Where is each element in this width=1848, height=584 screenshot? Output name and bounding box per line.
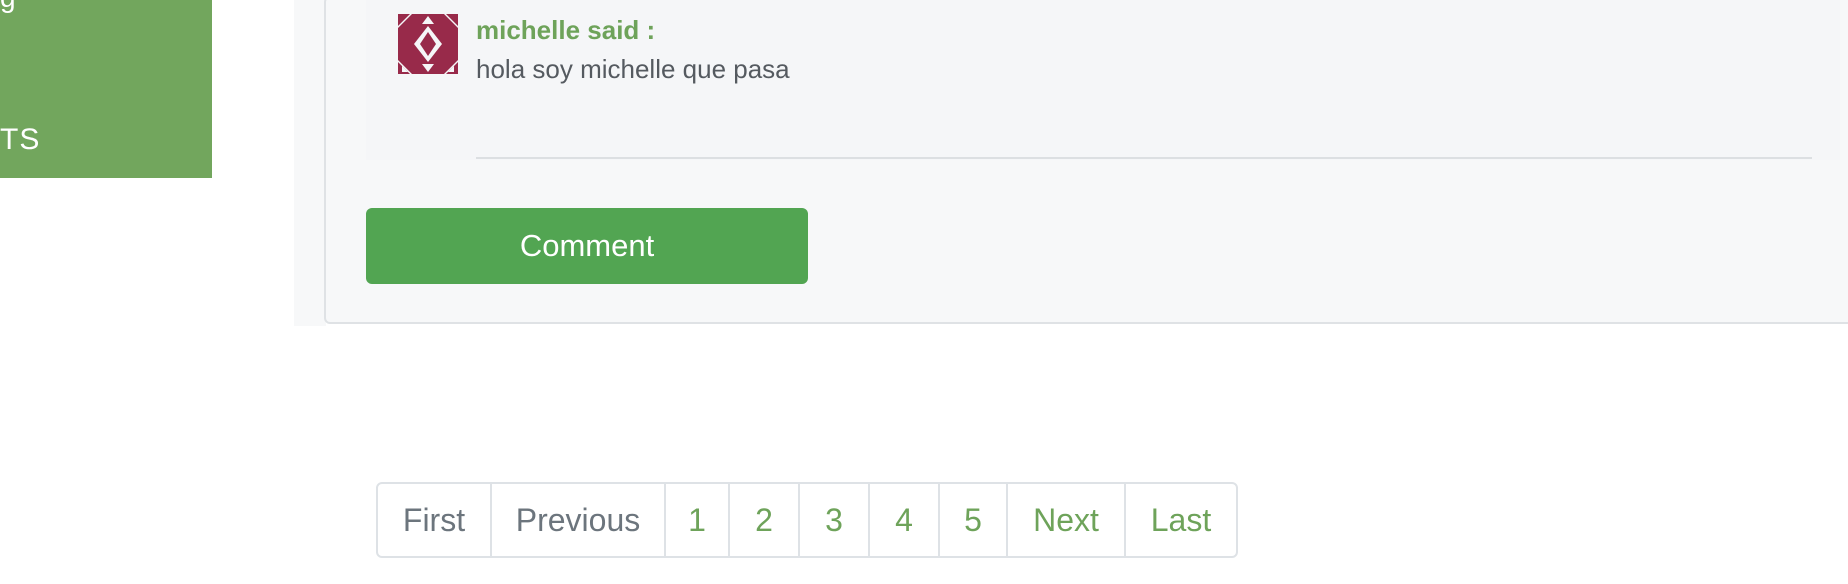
comment-divider <box>476 157 1812 159</box>
avatar-icon <box>396 12 460 76</box>
sidebar-item-label[interactable]: TS <box>0 122 40 158</box>
pagination-last[interactable]: Last <box>1126 484 1236 556</box>
content-gutter <box>294 0 326 326</box>
sidebar-item-label-partial[interactable]: g <box>0 0 16 12</box>
pagination-first[interactable]: First <box>378 484 492 556</box>
sidebar: g TS <box>0 0 212 178</box>
pagination-next[interactable]: Next <box>1008 484 1126 556</box>
pagination-page-1[interactable]: 1 <box>666 484 730 556</box>
pagination: First Previous 1 2 3 4 5 Next Last <box>376 482 1238 558</box>
pagination-page-2[interactable]: 2 <box>730 484 800 556</box>
comment-text: hola soy michelle que pasa <box>476 54 790 84</box>
pagination-previous[interactable]: Previous <box>492 484 666 556</box>
comment-button[interactable]: Comment <box>366 208 808 284</box>
pagination-page-3[interactable]: 3 <box>800 484 870 556</box>
pagination-page-4[interactable]: 4 <box>870 484 940 556</box>
comment-author: michelle said : <box>476 15 656 45</box>
pagination-page-5[interactable]: 5 <box>940 484 1008 556</box>
page: g TS michelle said : hola soy michelle q… <box>0 0 1848 584</box>
